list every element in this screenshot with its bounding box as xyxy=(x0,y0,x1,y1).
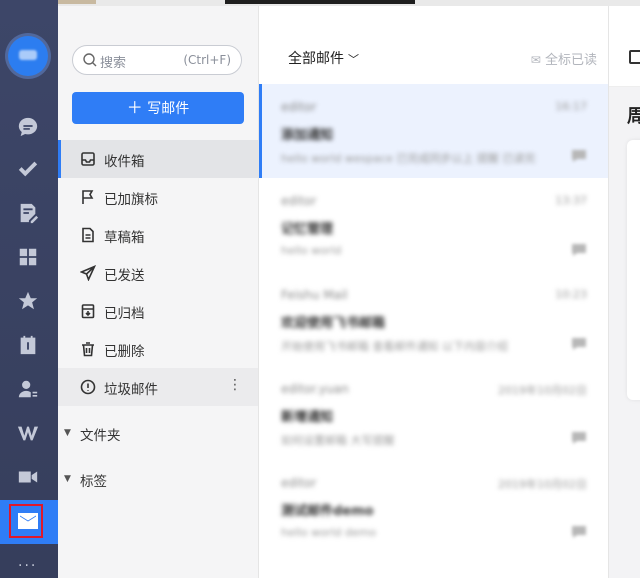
doc-edit-icon[interactable] xyxy=(17,202,41,226)
avatar[interactable] xyxy=(8,36,48,76)
calendar-icon[interactable] xyxy=(17,334,41,358)
mail-item[interactable]: Feishu Mail 10:23 欢迎使用飞书邮箱 开始使用飞书邮箱 查看邮件… xyxy=(259,272,609,366)
mail-sender: editor xyxy=(281,100,317,114)
send-icon xyxy=(79,264,97,282)
mail-icon xyxy=(18,513,38,529)
compose-label: 写邮件 xyxy=(147,101,190,117)
chat-icon[interactable] xyxy=(17,116,41,140)
apps-icon[interactable] xyxy=(17,246,41,270)
filter-label: 全部邮件 xyxy=(288,51,344,67)
reply-icon[interactable] xyxy=(571,336,587,350)
mail-preview: hello world wespace 已完成同步以上 提醒 已读完 xyxy=(281,152,536,165)
window-icon[interactable] xyxy=(629,50,640,64)
mail-preview: 开始使用飞书邮箱 查看邮件通知 以下内容介绍 xyxy=(281,340,508,353)
search-shortcut: (Ctrl+F) xyxy=(183,53,231,67)
mail-preview: hello world xyxy=(281,244,342,257)
trash-icon xyxy=(80,341,96,357)
mail-date: 16:17 xyxy=(555,100,587,113)
mail-item[interactable]: editor 16:17 添加通知 hello world wespace 已完… xyxy=(259,84,609,178)
more-options-icon[interactable]: ⋮ xyxy=(228,377,242,393)
group-tags[interactable]: ▼ 标签 xyxy=(58,464,258,494)
mail-sender: editor.yuan xyxy=(281,382,349,396)
mark-all-read-button[interactable]: ✉ 全标已读 xyxy=(531,49,597,68)
inbox-icon xyxy=(80,151,96,167)
reply-icon[interactable] xyxy=(571,430,587,444)
plus-icon: ＋ xyxy=(126,98,143,117)
mail-item[interactable]: editor 13:37 记忆管理 hello world xyxy=(259,178,609,272)
folder-label: 已删除 xyxy=(104,344,145,360)
mail-sender: editor xyxy=(281,476,317,490)
mail-date: 10:23 xyxy=(555,288,587,301)
folder-flagged[interactable]: 已加旗标 xyxy=(58,178,258,216)
mail-date: 2019年10月02日 xyxy=(498,384,587,397)
mail-item[interactable]: editor 2019年10月02日 测试邮件demo hello world … xyxy=(259,460,609,554)
folder-archive[interactable]: 已归档 xyxy=(58,292,258,330)
spam-icon xyxy=(80,379,96,395)
mail-subject: 新增通知 xyxy=(281,410,334,425)
mail-preview: hello world demo xyxy=(281,526,377,539)
mail-date: 13:37 xyxy=(555,194,587,207)
reply-icon[interactable] xyxy=(571,242,587,256)
mail-list: 全部邮件 ﹀ ✉ 全标已读 editor 16:17 添加通知 hello wor… xyxy=(258,6,609,578)
flag-icon xyxy=(80,189,96,205)
compose-button[interactable]: ＋ 写邮件 xyxy=(72,92,244,124)
mark-all-read-label: 全标已读 xyxy=(544,53,597,68)
mail-date: 2019年10月02日 xyxy=(498,478,587,491)
folder-inbox[interactable]: 收件箱 xyxy=(58,140,258,178)
folder-label: 已归档 xyxy=(104,306,145,322)
search-input[interactable]: 搜索 (Ctrl+F) xyxy=(72,45,242,75)
contacts-icon[interactable] xyxy=(17,378,41,402)
mail-sender: Feishu Mail xyxy=(281,288,348,302)
reply-icon[interactable] xyxy=(571,148,587,162)
folder-label: 已加旗标 xyxy=(104,192,158,208)
archive-icon xyxy=(80,303,96,319)
mail-list-header: 全部邮件 ﹀ ✉ 全标已读 xyxy=(259,36,609,86)
reader-toolbar xyxy=(609,6,640,87)
reply-icon[interactable] xyxy=(571,524,587,538)
mail-subject: 欢迎使用飞书邮箱 xyxy=(281,316,386,331)
star-icon[interactable] xyxy=(17,290,41,314)
folder-label: 已发送 xyxy=(104,268,145,284)
folder-label: 收件箱 xyxy=(104,154,145,170)
folder-deleted[interactable]: 已删除 xyxy=(58,330,258,368)
mail-item[interactable]: editor.yuan 2019年10月02日 新增通知 如何设置邮箱 大写提醒 xyxy=(259,366,609,460)
search-placeholder: 搜索 xyxy=(100,56,127,71)
mail-sender: editor xyxy=(281,194,317,208)
search-icon xyxy=(83,53,97,67)
group-label: 标签 xyxy=(80,474,107,490)
folder-panel: 搜索 (Ctrl+F) ＋ 写邮件 收件箱 已加旗标 草稿箱 已发送 已归档 已… xyxy=(58,6,258,578)
wiki-icon[interactable] xyxy=(17,422,41,446)
caret-down-icon: ▼ xyxy=(64,474,71,484)
group-folders[interactable]: ▼ 文件夹 xyxy=(58,418,258,448)
draft-icon xyxy=(80,227,96,243)
mail-subject: 添加通知 xyxy=(281,128,334,143)
folder-label: 草稿箱 xyxy=(104,230,145,246)
reading-pane: 周 xyxy=(608,6,640,578)
folder-drafts[interactable]: 草稿箱 xyxy=(58,216,258,254)
envelope-open-icon: ✉ xyxy=(530,53,541,67)
caret-down-icon: ▼ xyxy=(64,428,71,438)
more-icon[interactable]: ··· xyxy=(18,558,37,574)
reader-card xyxy=(627,140,640,400)
reader-heading: 周 xyxy=(627,106,640,127)
folder-spam[interactable]: 垃圾邮件 ⋮ xyxy=(58,368,258,406)
group-label: 文件夹 xyxy=(80,428,121,444)
folder-sent[interactable]: 已发送 xyxy=(58,254,258,292)
folder-label: 垃圾邮件 xyxy=(104,382,158,398)
chevron-down-icon: ﹀ xyxy=(348,53,359,66)
mail-subject: 记忆管理 xyxy=(281,222,334,237)
app-rail xyxy=(0,0,58,578)
mail-preview: 如何设置邮箱 大写提醒 xyxy=(281,434,395,447)
video-icon[interactable] xyxy=(17,466,41,490)
mail-subject: 测试邮件demo xyxy=(281,504,374,519)
check-icon[interactable] xyxy=(17,158,41,182)
mail-filter-dropdown[interactable]: 全部邮件 ﹀ xyxy=(288,48,359,68)
mail-app-button[interactable] xyxy=(0,500,58,544)
